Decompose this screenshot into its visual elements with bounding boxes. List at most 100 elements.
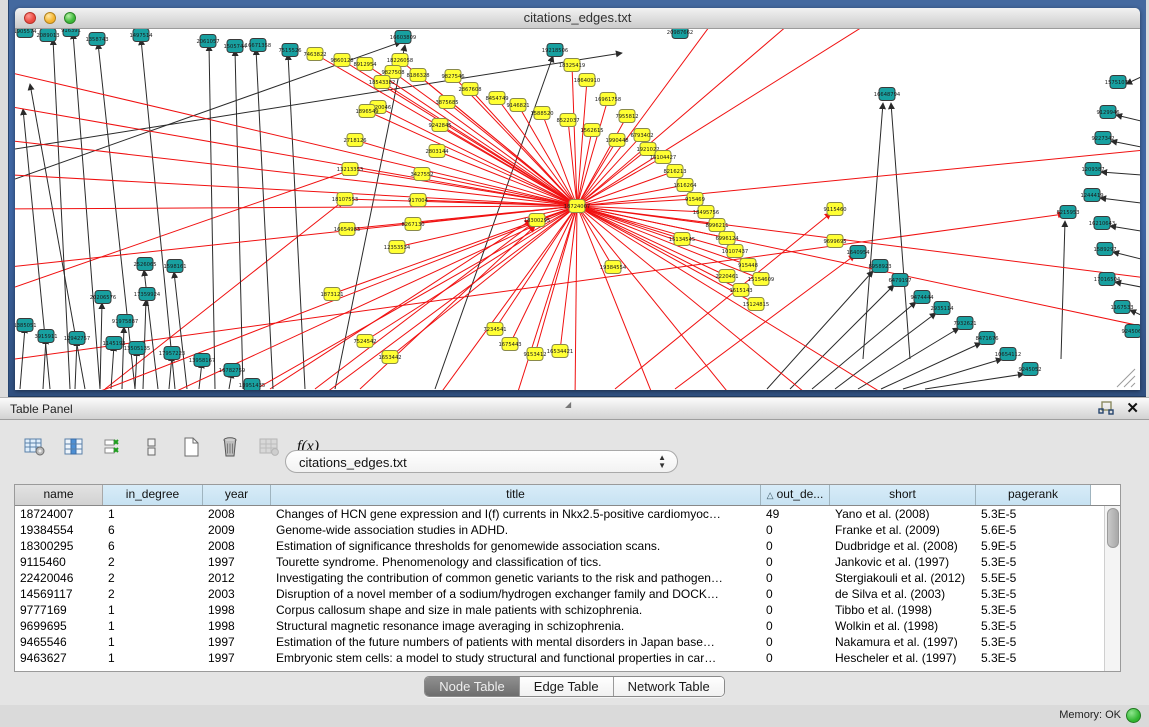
table-settings-icon[interactable]: [22, 434, 48, 460]
black-edge[interactable]: [1101, 172, 1140, 175]
graph-node[interactable]: 18640910: [574, 74, 600, 87]
red-edge[interactable]: [393, 72, 577, 206]
red-edge[interactable]: [365, 206, 577, 341]
graph-node[interactable]: 9153412: [523, 348, 546, 361]
network-table-select[interactable]: citations_edges.txt ▲▼: [285, 450, 678, 473]
graph-node[interactable]: 1905574: [15, 29, 37, 38]
black-edge[interactable]: [767, 271, 873, 389]
graph-node[interactable]: 1598161: [163, 260, 186, 273]
graph-node[interactable]: 7515526: [278, 44, 301, 57]
red-edge[interactable]: [577, 206, 895, 390]
black-edge[interactable]: [790, 285, 894, 389]
table-row[interactable]: 911546021997Tourette syndrome. Phenomeno…: [15, 554, 1120, 570]
graph-node[interactable]: 1244419: [1080, 189, 1103, 202]
graph-node[interactable]: 1209387: [1081, 163, 1104, 176]
graph-node[interactable]: 18325419: [559, 59, 585, 72]
column-header-out_de[interactable]: △out_de...: [761, 485, 830, 505]
red-edge[interactable]: [577, 140, 617, 206]
graph-node[interactable]: 7524542: [353, 335, 376, 348]
graph-node[interactable]: 9474444: [910, 291, 934, 304]
graph-node[interactable]: 9860128: [330, 54, 353, 67]
graph-node[interactable]: 16654983: [334, 223, 360, 236]
table-row[interactable]: 1456911722003Disruption of a novel membe…: [15, 586, 1120, 602]
graph-node[interactable]: 16648794: [874, 88, 901, 101]
graph-node[interactable]: 20987662: [667, 29, 693, 39]
graph-node[interactable]: 8216213: [663, 165, 686, 178]
graph-node[interactable]: 2526065: [133, 258, 156, 271]
graph-node[interactable]: 6479197: [888, 274, 911, 287]
graph-node[interactable]: 8267130: [401, 218, 424, 231]
vertical-scrollbar[interactable]: [1104, 506, 1120, 671]
graph-node[interactable]: 16961758: [595, 93, 621, 106]
graph-node[interactable]: 9245062: [1121, 325, 1140, 338]
graph-node[interactable]: 9129946: [1096, 106, 1119, 119]
show-columns-icon[interactable]: [61, 434, 87, 460]
column-header-short[interactable]: short: [830, 485, 976, 505]
black-edge[interactable]: [1061, 221, 1065, 359]
black-edge[interactable]: [43, 338, 46, 389]
graph-node[interactable]: 10654112: [995, 348, 1021, 361]
graph-node[interactable]: 9242845: [428, 119, 451, 132]
graph-node[interactable]: 2089013: [36, 29, 59, 42]
graph-node[interactable]: 9245052: [1018, 363, 1041, 376]
graph-node[interactable]: 7932621: [953, 317, 976, 330]
graph-node[interactable]: 8186328: [406, 69, 429, 82]
graph-node[interactable]: 2220461: [715, 270, 738, 283]
graph-node[interactable]: 15751074: [1105, 76, 1132, 89]
black-edge[interactable]: [209, 45, 215, 389]
black-edge[interactable]: [925, 374, 1024, 389]
split-divider-handle[interactable]: ◢: [565, 400, 571, 409]
float-window-icon[interactable]: [1098, 401, 1114, 416]
graph-node[interactable]: 9827546: [441, 70, 464, 83]
graph-node[interactable]: 1145193: [102, 337, 125, 350]
black-edge[interactable]: [15, 53, 622, 149]
graph-node[interactable]: 1615143: [729, 284, 752, 297]
graph-node[interactable]: 1896549: [355, 105, 378, 118]
graph-node[interactable]: 18300295: [524, 214, 550, 227]
graph-node[interactable]: 1589297: [1093, 243, 1116, 256]
graph-node[interactable]: 15154609: [748, 273, 774, 286]
graph-node[interactable]: 18226058: [387, 54, 413, 67]
graph-node[interactable]: 2061057: [196, 35, 219, 48]
graph-node[interactable]: 3875685: [435, 96, 458, 109]
black-edge[interactable]: [135, 350, 137, 389]
resize-grip[interactable]: [1131, 383, 1135, 387]
close-icon[interactable]: ✕: [1126, 401, 1139, 416]
table-row[interactable]: 1830029562008Estimation of significance …: [15, 538, 1120, 554]
graph-node[interactable]: 16671358: [245, 39, 271, 52]
graph-node[interactable]: 7234541: [483, 323, 506, 336]
graph-node[interactable]: 1653442: [378, 351, 401, 364]
red-edge[interactable]: [155, 206, 577, 390]
graph-node[interactable]: 7955812: [615, 110, 638, 123]
column-header-title[interactable]: title: [271, 485, 761, 505]
graph-node[interactable]: 10107437: [722, 245, 748, 258]
graph-node[interactable]: 1497514: [129, 29, 153, 42]
black-edge[interactable]: [122, 327, 124, 389]
graph-node[interactable]: 16534421: [547, 345, 573, 358]
red-edge[interactable]: [577, 206, 815, 390]
new-table-icon[interactable]: [178, 434, 204, 460]
tab-edge-table[interactable]: Edge Table: [520, 677, 614, 696]
black-edge[interactable]: [141, 39, 175, 389]
graph-node[interactable]: 1505744: [223, 40, 247, 53]
graph-node[interactable]: 3915911: [34, 330, 57, 343]
red-edge[interactable]: [15, 174, 577, 206]
memory-status-icon[interactable]: [1126, 708, 1141, 723]
red-edge[interactable]: [577, 206, 682, 239]
red-edge[interactable]: [515, 206, 577, 390]
graph-node[interactable]: 1562615: [580, 124, 603, 137]
graph-node[interactable]: 16603809: [390, 31, 416, 44]
column-header-year[interactable]: year: [203, 485, 271, 505]
graph-node[interactable]: 916391: [61, 29, 81, 37]
graph-node[interactable]: 7463822: [303, 48, 326, 61]
graph-node[interactable]: 16210643: [1089, 217, 1115, 230]
network-canvas[interactable]: 7463822986012889129541822605898275088186…: [15, 29, 1140, 390]
graph-node[interactable]: 17359924: [134, 288, 161, 301]
graph-node[interactable]: 2718126: [343, 134, 366, 147]
red-edge[interactable]: [577, 29, 715, 206]
red-edge[interactable]: [15, 69, 577, 206]
graph-node[interactable]: 1385051: [15, 319, 37, 332]
column-header-in_degree[interactable]: in_degree: [103, 485, 203, 505]
table-row[interactable]: 969969511998Structural magnetic resonanc…: [15, 618, 1120, 634]
graph-node[interactable]: 1640954: [846, 246, 870, 259]
